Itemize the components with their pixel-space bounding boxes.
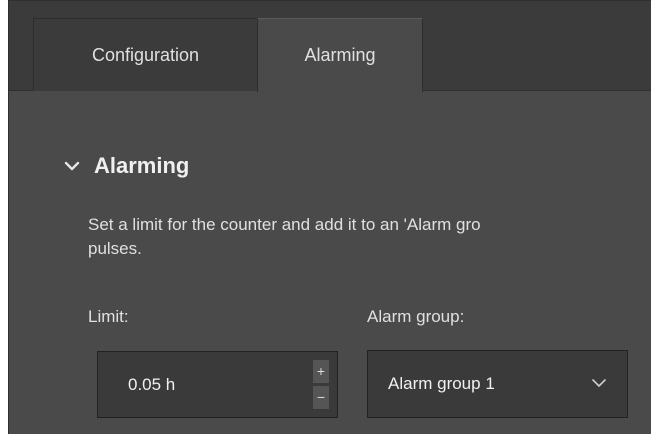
section-description: Set a limit for the counter and add it t… [88, 213, 648, 261]
chevron-down-icon [64, 161, 80, 171]
tab-alarming[interactable]: Alarming [257, 18, 423, 92]
limit-value[interactable]: 0.05 h [128, 352, 175, 417]
tab-bar: Configuration Alarming [9, 1, 651, 92]
alarm-group-label: Alarm group: [367, 307, 465, 326]
decrement-button[interactable]: − [313, 386, 329, 409]
tab-alarming-label: Alarming [304, 45, 376, 65]
alarm-group-select[interactable]: Alarm group 1 [367, 350, 628, 418]
limit-label: Limit: [88, 307, 129, 326]
tab-configuration[interactable]: Configuration [33, 18, 258, 91]
description-line-1: Set a limit for the counter and add it t… [88, 215, 481, 234]
limit-input[interactable]: 0.05 h + − [97, 351, 338, 418]
alarm-group-selected: Alarm group 1 [388, 374, 495, 393]
chevron-down-icon [592, 379, 606, 387]
tab-configuration-label: Configuration [91, 44, 200, 65]
increment-button[interactable]: + [313, 360, 329, 383]
section-title: Alarming [94, 153, 190, 178]
limit-stepper: + − [313, 360, 329, 409]
alarming-section-toggle[interactable]: Alarming [62, 149, 189, 183]
description-line-2: pulses. [88, 239, 142, 258]
